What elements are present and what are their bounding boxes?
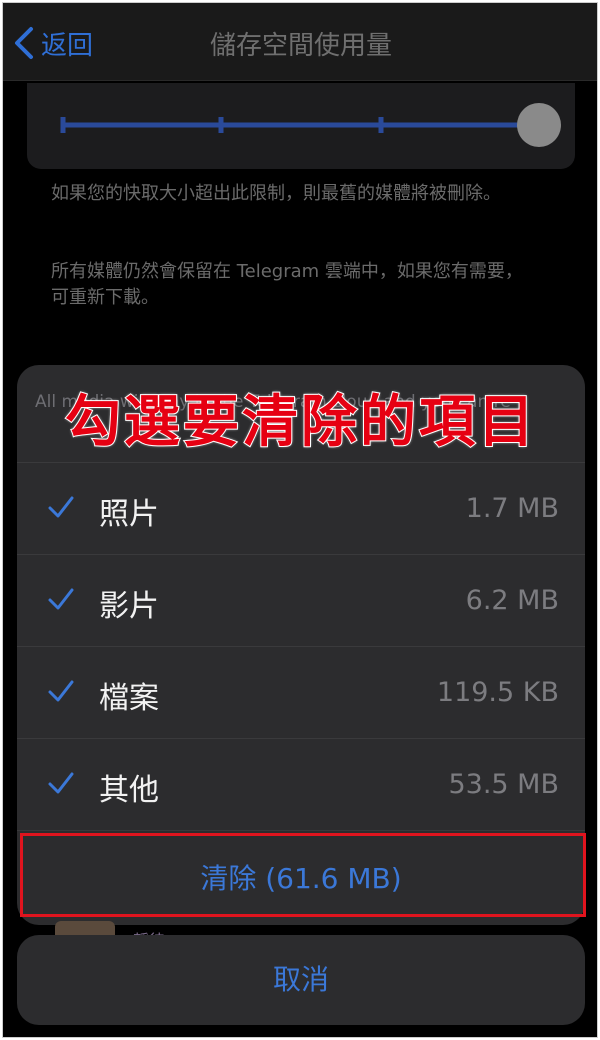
navigation-bar: 返回 儲存空間使用量 xyxy=(3,3,597,81)
row-label: 其他 xyxy=(99,773,159,808)
row-label: 影片 xyxy=(99,589,159,624)
row-label: 照片 xyxy=(99,497,159,532)
checkmark-icon xyxy=(48,680,74,702)
cloud-storage-note: 所有媒體仍然會保留在 Telegram 雲端中，如果您有需要，可重新下載。 xyxy=(51,261,523,308)
slider-thumb xyxy=(517,103,561,147)
cache-limit-note: 如果您的快取大小超出此限制，則最舊的媒體將被刪除。 xyxy=(51,183,501,204)
media-type-row-files[interactable]: 檔案 119.5 KB xyxy=(17,647,585,739)
checkmark-icon xyxy=(48,496,74,518)
row-size: 53.5 MB xyxy=(448,769,559,800)
media-type-row-videos[interactable]: 影片 6.2 MB xyxy=(17,555,585,647)
row-size: 1.7 MB xyxy=(465,493,559,524)
sheet-header: All media will stay in the Telegram clou… xyxy=(17,365,585,463)
cancel-button[interactable]: 取消 xyxy=(17,935,585,1025)
annotation-title: 勾選要清除的項目 xyxy=(64,389,537,456)
row-size: 6.2 MB xyxy=(465,585,559,616)
annotation-highlight-box xyxy=(20,833,586,917)
media-type-row-other[interactable]: 其他 53.5 MB xyxy=(17,739,585,831)
row-label: 檔案 xyxy=(99,681,159,716)
row-size: 119.5 KB xyxy=(436,677,559,708)
media-type-row-photos[interactable]: 照片 1.7 MB xyxy=(17,463,585,555)
cache-size-slider[interactable] xyxy=(27,83,575,169)
checkmark-icon xyxy=(48,588,74,610)
page-title: 儲存空間使用量 xyxy=(209,31,392,61)
cache-size-card xyxy=(27,83,575,169)
checkmark-icon xyxy=(48,772,74,794)
